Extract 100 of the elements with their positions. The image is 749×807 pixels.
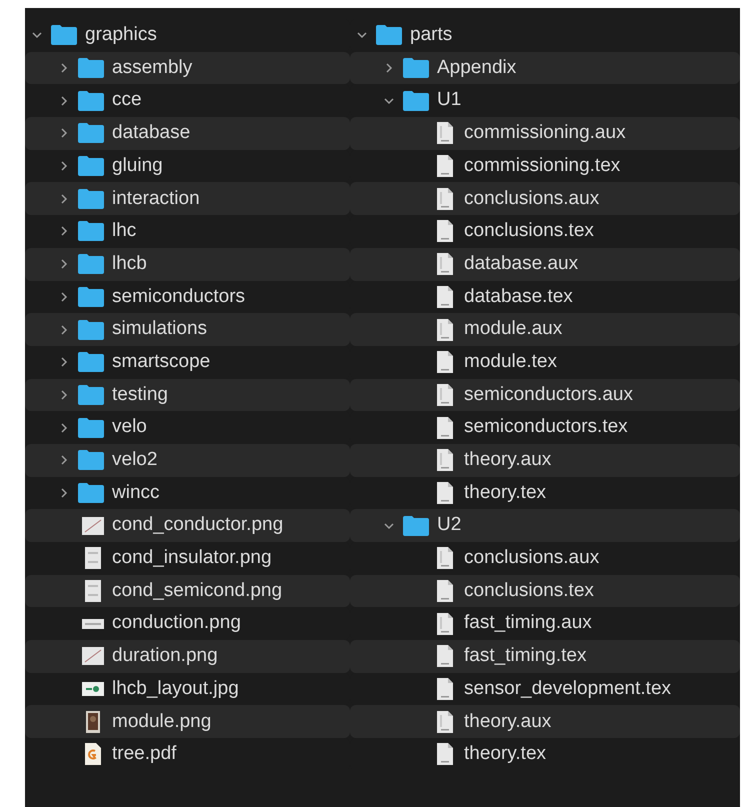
document-icon — [436, 710, 454, 734]
tree-row[interactable]: velo2 — [25, 444, 350, 477]
file-name: semiconductors.aux — [464, 382, 633, 407]
pdf-icon — [84, 742, 102, 766]
photo-icon — [85, 710, 101, 734]
tree-row[interactable]: theory.aux — [350, 705, 740, 738]
file-name: cond_insulator.png — [112, 546, 272, 570]
tree-row[interactable]: duration.png — [25, 640, 350, 673]
document-icon — [436, 219, 454, 244]
tree-row[interactable]: interaction — [25, 182, 350, 216]
document-icon — [436, 284, 454, 309]
document-icon — [436, 546, 454, 570]
tree-row[interactable]: module.png — [25, 705, 350, 738]
file-name: module.png — [112, 710, 212, 734]
file-name: conduction.png — [112, 611, 241, 636]
folder-name: U1 — [437, 88, 462, 112]
folder-name: interaction — [112, 186, 200, 211]
document-icon — [436, 644, 454, 668]
folder-icon — [77, 220, 105, 242]
tree-row[interactable]: database.aux — [350, 248, 740, 280]
folder-icon — [77, 155, 105, 178]
document-icon — [436, 186, 454, 211]
folder-icon — [77, 384, 105, 406]
tree-row[interactable]: lhcb — [25, 248, 350, 280]
document-icon — [436, 480, 454, 505]
document-icon — [436, 579, 454, 604]
folder-name: simulations — [112, 317, 208, 342]
tree-row[interactable]: theory.aux — [350, 444, 740, 477]
tree-row[interactable]: conclusions.tex — [350, 574, 740, 608]
file-name: semiconductors.tex — [464, 415, 628, 440]
tree-row[interactable]: assembly — [25, 52, 350, 84]
folder-name: testing — [112, 382, 168, 407]
file-name: fast_timing.tex — [464, 644, 586, 668]
folder-icon — [77, 482, 105, 504]
file-name: module.aux — [464, 317, 562, 342]
file-name: duration.png — [112, 644, 218, 668]
tree-row[interactable]: testing — [25, 378, 350, 412]
tree-row[interactable]: semiconductors.aux — [350, 378, 740, 412]
folder-icon — [77, 286, 105, 308]
chart-icon — [81, 646, 105, 666]
file-name: conclusions.tex — [464, 578, 594, 603]
tree-row[interactable]: commissioning.aux — [350, 117, 740, 150]
tree-row[interactable]: cond_semicond.png — [25, 574, 350, 608]
document-icon — [436, 677, 454, 702]
folder-icon — [77, 57, 105, 80]
document-icon — [436, 742, 454, 766]
file-name: cond_conductor.png — [112, 513, 284, 538]
folder-icon — [375, 24, 403, 46]
folder-name: U2 — [437, 513, 462, 538]
folder-name: lhcb — [112, 252, 147, 276]
tree-row[interactable]: cond_conductor.png — [25, 509, 350, 542]
tree-row[interactable]: simulations — [25, 313, 350, 346]
folder-name: cce — [112, 88, 142, 112]
document-icon — [436, 154, 454, 178]
document-icon — [436, 382, 454, 407]
image-icon — [81, 618, 105, 630]
folder-icon — [77, 122, 105, 144]
folder-icon — [77, 318, 105, 341]
tree-row[interactable]: U2 — [350, 509, 740, 542]
file-name: cond_semicond.png — [112, 578, 282, 603]
file-name: lhcb_layout.jpg — [112, 676, 239, 701]
file-name: theory.tex — [464, 742, 546, 766]
file-name: commissioning.tex — [464, 154, 620, 178]
tree-row[interactable]: database — [25, 117, 350, 150]
file-name: commissioning.aux — [464, 121, 626, 146]
folder-name: velo — [112, 415, 147, 440]
folder-name: graphics — [85, 23, 157, 48]
folder-name: velo2 — [112, 448, 158, 472]
folder-icon — [77, 416, 105, 439]
folder-name: parts — [410, 23, 452, 48]
tree-row[interactable]: Appendix — [350, 52, 740, 84]
tree-row[interactable]: conclusions.aux — [350, 182, 740, 216]
folder-name: smartscope — [112, 350, 210, 374]
file-name: database.aux — [464, 252, 578, 276]
file-name: theory.tex — [464, 480, 546, 505]
chart-icon — [81, 516, 105, 536]
file-name: module.tex — [464, 350, 557, 374]
file-name: theory.aux — [464, 710, 552, 734]
file-name: fast_timing.aux — [464, 611, 592, 636]
folder-icon — [402, 57, 430, 80]
document-icon — [436, 121, 454, 146]
file-name: conclusions.aux — [464, 546, 600, 570]
folder-name: database — [112, 121, 190, 146]
folder-icon — [402, 90, 430, 112]
file-name: database.tex — [464, 284, 573, 309]
document-icon — [436, 612, 454, 636]
tree-row[interactable]: fast_timing.tex — [350, 640, 740, 673]
document-icon — [436, 318, 454, 342]
image-icon — [81, 681, 105, 698]
document-icon — [436, 416, 454, 440]
tree-row[interactable]: module.aux — [350, 313, 740, 346]
folder-name: wincc — [112, 480, 160, 505]
folder-icon — [77, 188, 105, 210]
document-icon — [436, 350, 454, 374]
file-name: tree.pdf — [112, 742, 176, 766]
image-icon — [84, 546, 102, 570]
folder-name: assembly — [112, 56, 192, 80]
folder-icon — [77, 351, 105, 374]
document-icon — [436, 252, 454, 276]
folder-name: semiconductors — [112, 284, 246, 309]
